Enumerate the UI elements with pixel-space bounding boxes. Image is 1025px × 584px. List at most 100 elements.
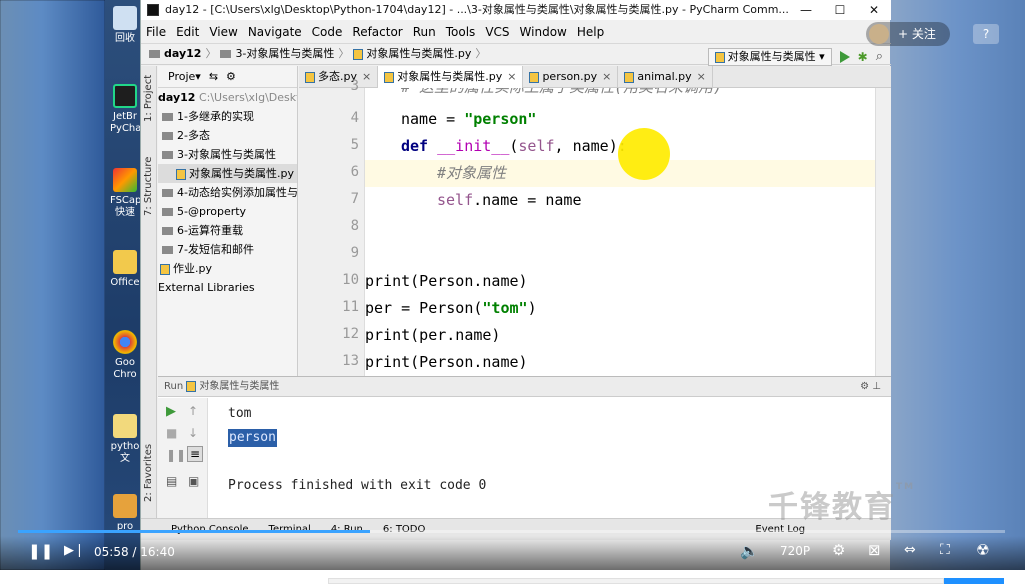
pin-icon[interactable]: ▣ [188, 474, 199, 488]
close-icon[interactable]: ✕ [857, 0, 891, 20]
desktop-icon-fscapture[interactable]: FSCap 快速 [110, 168, 141, 219]
menu-code[interactable]: Code [311, 22, 344, 42]
gear-icon[interactable]: ⚙ [226, 66, 236, 87]
tab-person[interactable]: person.py × [523, 66, 619, 88]
settings-icon[interactable]: ⚙ ⊥ [860, 377, 881, 397]
tree-item-label: 5-@property [177, 205, 247, 218]
tool-window-structure[interactable]: 7: Structure [143, 157, 154, 216]
tab-object-attributes[interactable]: 对象属性与类属性.py × [378, 66, 524, 88]
tree-item-folder-6[interactable]: 6-运算符重载 [158, 221, 297, 240]
menu-edit[interactable]: Edit [175, 22, 200, 42]
send-button[interactable] [944, 578, 1004, 584]
menu-refactor[interactable]: Refactor [351, 22, 403, 42]
search-icon[interactable]: ⌕ [876, 46, 883, 68]
print-icon[interactable]: ▤ [166, 474, 177, 488]
debug-bug-icon[interactable]: ✱ [858, 46, 868, 68]
tool-window-favorites[interactable]: 2: Favorites [143, 444, 154, 502]
tree-item-folder-7[interactable]: 7-发短信和邮件 [158, 240, 297, 259]
code-line: print(Person.name) [365, 272, 528, 290]
python-file-icon [160, 263, 170, 275]
chevron-right-icon: 〉 [338, 47, 350, 60]
code-line: self.name = name [437, 187, 875, 214]
tree-root-name: day12 [158, 91, 196, 104]
desktop-icon-python-doc[interactable]: pytho 文 [110, 414, 140, 465]
menu-view[interactable]: View [208, 22, 238, 42]
menu-run[interactable]: Run [412, 22, 437, 42]
close-tab-icon[interactable]: × [602, 70, 611, 83]
quality-select[interactable]: 720P [780, 544, 810, 558]
pause-icon[interactable]: ❚❚ [166, 448, 186, 462]
tree-item-folder-4[interactable]: 4-动态给实例添加属性与方 [158, 183, 297, 202]
comment-input[interactable] [328, 578, 944, 584]
menu-navigate[interactable]: Navigate [247, 22, 303, 42]
tree-item-label: 7-发短信和邮件 [177, 243, 254, 256]
help-button[interactable]: ? [973, 24, 999, 44]
next-icon[interactable]: ▶❘ [64, 543, 85, 558]
menu-tools[interactable]: Tools [445, 22, 477, 42]
widescreen-icon[interactable]: ⇔ [904, 542, 916, 558]
tree-item-label: 2-多态 [177, 129, 210, 142]
up-arrow-icon[interactable]: ↑ [188, 404, 198, 418]
tab-label: 对象属性与类属性.py [397, 70, 503, 83]
maximize-icon[interactable]: ☐ [823, 0, 857, 20]
tree-item-external-libraries[interactable]: External Libraries [158, 278, 297, 297]
pause-icon[interactable]: ❚❚ [28, 542, 53, 560]
project-header-label: Proje [168, 70, 196, 83]
line-number: 12 [342, 326, 359, 342]
close-tab-icon[interactable]: × [507, 70, 516, 83]
close-tab-icon[interactable]: × [362, 70, 371, 83]
tree-item-folder-2[interactable]: 2-多态 [158, 126, 297, 145]
tree-item-homework-file[interactable]: 作业.py [158, 259, 297, 278]
project-view-select[interactable]: Proje▾ [168, 66, 201, 87]
line-number: 6 [350, 164, 359, 180]
desktop-icon-pycharm[interactable]: JetBr PyCha [110, 84, 141, 135]
tree-item-folder-3[interactable]: 3-对象属性与类属性 [158, 145, 297, 164]
left-tool-strip: 1: Project 7: Structure 2: Favorites [141, 66, 157, 536]
menu-file[interactable]: File [145, 22, 167, 42]
stop-icon[interactable]: ■ [166, 426, 177, 440]
desktop-icon-pro[interactable]: pro [110, 494, 140, 533]
editor-scrollbar[interactable] [875, 88, 891, 376]
rerun-icon[interactable]: ▶ [166, 404, 176, 419]
danmaku-icon[interactable]: ⊠ [868, 541, 881, 559]
tree-item-folder-1[interactable]: 1-多继承的实现 [158, 107, 297, 126]
breadcrumb-item-file[interactable]: 对象属性与类属性.py [366, 43, 471, 65]
follow-button[interactable]: + 关注 [866, 22, 950, 46]
title-bar: day12 - [C:\Users\xlg\Desktop\Python-170… [141, 0, 891, 20]
minimize-icon[interactable]: — [789, 0, 823, 20]
desktop-icon-chrome[interactable]: Goo Chro [110, 330, 140, 381]
run-config-label: 对象属性与类属性 [727, 50, 816, 63]
desktop-icon-recycle[interactable]: 回收 [110, 6, 140, 45]
fullscreen-icon[interactable]: ☢ [976, 541, 989, 559]
sync-icon[interactable]: ⇆ [209, 66, 218, 87]
code-line: per = Person("tom") [365, 295, 875, 322]
code-editor[interactable]: # 这里的属性实际上属于类属性(用类名来调用) name = "person" … [365, 88, 875, 376]
run-play-icon[interactable] [839, 51, 850, 63]
code-text: def __init__(self, name): [401, 137, 627, 155]
tree-root-path: C:\Users\xlg\Deskto [198, 91, 298, 104]
close-tab-icon[interactable]: × [697, 70, 706, 83]
output-line-selected: person [228, 429, 277, 447]
settings-gear-icon[interactable]: ⚙ [832, 541, 845, 559]
tab-animal[interactable]: animal.py × [618, 66, 713, 88]
menu-vcs[interactable]: VCS [484, 22, 510, 42]
tree-item-selected-file[interactable]: 对象属性与类属性.py [158, 164, 297, 183]
tab-label: person.py [542, 70, 598, 83]
run-config-select[interactable]: 对象属性与类属性 ▾ [707, 48, 832, 66]
volume-icon[interactable]: 🔈 [740, 542, 759, 560]
menu-window[interactable]: Window [519, 22, 568, 42]
fullscreen-web-icon[interactable]: ⛶ [940, 542, 950, 558]
tool-window-project[interactable]: 1: Project [143, 75, 154, 122]
soft-wrap-icon[interactable]: ≡ [187, 446, 204, 462]
video-progress-bar[interactable] [18, 530, 1005, 533]
breadcrumb-item-day12[interactable]: day12 [164, 43, 201, 65]
tree-root[interactable]: day12 C:\Users\xlg\Deskto [158, 88, 297, 107]
run-header-label: Run [164, 381, 184, 392]
breadcrumb-item-folder[interactable]: 3-对象属性与类属性 [235, 43, 334, 65]
desktop-icon-office[interactable]: Office [110, 250, 140, 289]
tree-item-folder-5[interactable]: 5-@property [158, 202, 297, 221]
down-arrow-icon[interactable]: ↓ [188, 426, 198, 440]
video-progress-fill [18, 530, 371, 533]
menu-help[interactable]: Help [576, 22, 605, 42]
window-controls: — ☐ ✕ [789, 0, 891, 20]
